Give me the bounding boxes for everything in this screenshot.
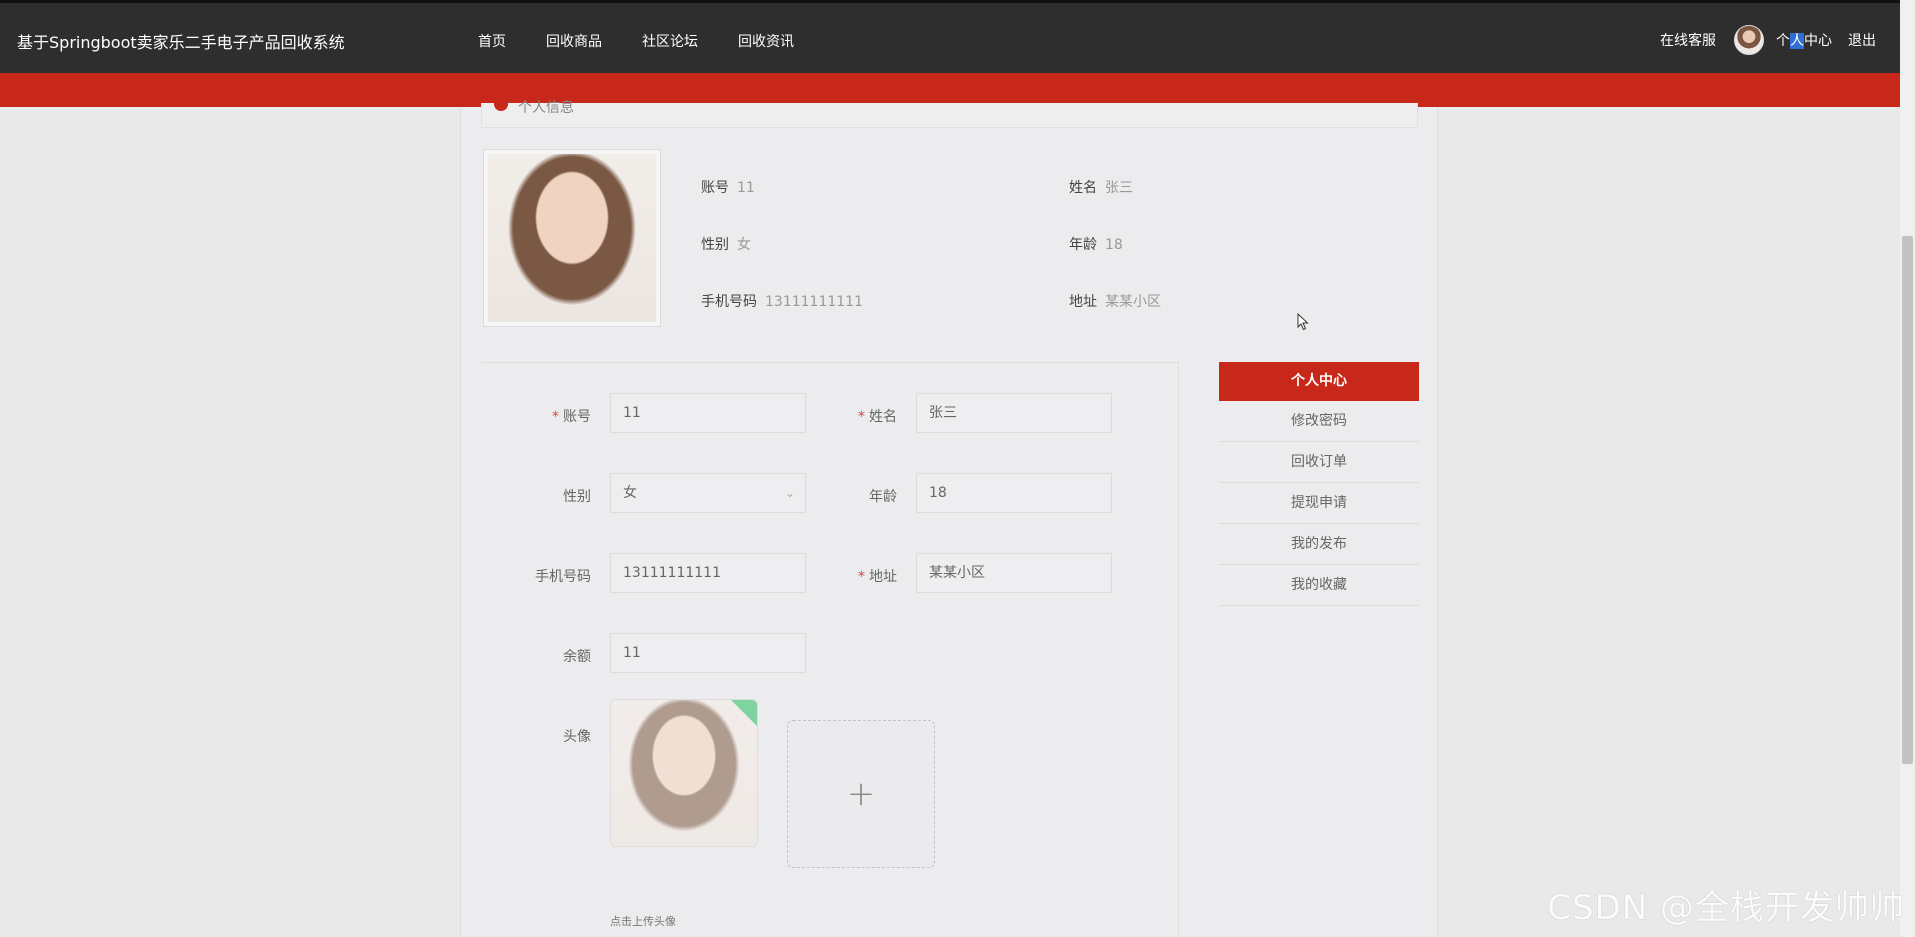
gender-select[interactable]: 女 ⌄ <box>610 473 806 513</box>
age-field[interactable]: 18 <box>916 473 1112 513</box>
upload-avatar-button[interactable]: + <box>787 720 935 868</box>
info-gender: 性别女 <box>701 234 751 254</box>
gender-label: 性别 <box>563 489 591 505</box>
main-nav: 首页 回收商品 社区论坛 回收资讯 <box>478 31 834 51</box>
banner-bar <box>0 73 1900 107</box>
required-mark: * <box>552 409 559 425</box>
gender-selected: 女 <box>623 485 637 501</box>
portrait-image <box>488 154 656 322</box>
info-address: 地址 某某小区 <box>1069 291 1161 311</box>
profile-photo <box>483 149 661 327</box>
age-label: 年龄 <box>869 489 897 505</box>
nav-home[interactable]: 首页 <box>478 31 506 51</box>
info-phone: 手机号码 13111111111 <box>701 291 863 311</box>
required-mark: * <box>858 409 865 425</box>
profile-form: * 账号 11 * 姓名 张三 性别 女 ⌄ 年龄 18 手机号码 13111111… <box>481 362 1179 937</box>
section-header: 个人信息 <box>481 100 1418 128</box>
side-item-withdraw[interactable]: 提现申请 <box>1219 483 1419 524</box>
section-dot-icon <box>494 103 508 111</box>
info-value: 女 <box>737 237 751 253</box>
scrollbar-thumb[interactable] <box>1902 236 1913 764</box>
avatar-label: 头像 <box>563 729 591 745</box>
info-label: 年龄 <box>1069 237 1097 253</box>
online-service-link[interactable]: 在线客服 <box>1660 30 1716 50</box>
side-item-user-center[interactable]: 个人中心 <box>1219 362 1419 401</box>
label-text: 账号 <box>563 409 591 425</box>
info-value: 某某小区 <box>1105 294 1161 310</box>
top-navbar: 基于Springboot卖家乐二手电子产品回收系统 首页 回收商品 社区论坛 回… <box>0 0 1900 73</box>
info-name: 姓名 张三 <box>1069 177 1133 197</box>
phone-field[interactable]: 13111111111 <box>610 553 806 593</box>
info-age: 年龄 18 <box>1069 234 1123 254</box>
phone-label: 手机号码 <box>535 569 591 585</box>
mouse-cursor-icon <box>1297 313 1309 331</box>
logout-link[interactable]: 退出 <box>1848 30 1876 50</box>
uploaded-avatar[interactable] <box>610 699 758 847</box>
user-center-text-a: 个 <box>1776 33 1790 49</box>
plus-icon: + <box>846 774 876 814</box>
account-label: * 账号 <box>491 406 591 426</box>
info-value: 张三 <box>1105 180 1133 196</box>
label-text: 地址 <box>869 569 897 585</box>
info-value: 13111111111 <box>765 294 863 310</box>
info-label: 账号 <box>701 180 729 196</box>
label-text: 姓名 <box>869 409 897 425</box>
side-item-change-password[interactable]: 修改密码 <box>1219 401 1419 442</box>
scrollbar[interactable] <box>1900 0 1915 937</box>
balance-label: 余额 <box>563 649 591 665</box>
info-label: 手机号码 <box>701 294 757 310</box>
info-value: 11 <box>737 180 755 196</box>
section-title: 个人信息 <box>518 100 574 116</box>
avatar-preview-image <box>611 700 757 846</box>
info-label: 性别 <box>701 237 729 253</box>
side-item-favorites[interactable]: 我的收藏 <box>1219 565 1419 606</box>
required-mark: * <box>858 569 865 585</box>
user-center-link[interactable]: 个人中心 <box>1776 30 1832 50</box>
info-account: 账号 11 <box>701 177 755 197</box>
avatar[interactable] <box>1734 25 1764 55</box>
user-center-text-c: 中心 <box>1804 33 1832 49</box>
chevron-down-icon: ⌄ <box>784 486 795 500</box>
nav-recycle-goods[interactable]: 回收商品 <box>546 31 602 51</box>
watermark: CSDN @全栈开发帅帅 <box>1547 888 1905 928</box>
user-center-text-selected: 人 <box>1790 33 1804 49</box>
balance-field[interactable]: 11 <box>610 633 806 673</box>
address-label: * 地址 <box>797 566 897 586</box>
upload-tip: 点击上传头像 <box>610 915 676 928</box>
account-field[interactable]: 11 <box>610 393 806 433</box>
name-label: * 姓名 <box>797 406 897 426</box>
info-label: 姓名 <box>1069 180 1097 196</box>
nav-forum[interactable]: 社区论坛 <box>642 31 698 51</box>
main-panel: 个人信息 账号 11 姓名 张三 性别女 年龄 18 手机号码 13111111111 … <box>460 100 1438 937</box>
side-item-recycle-orders[interactable]: 回收订单 <box>1219 442 1419 483</box>
info-value: 18 <box>1105 237 1123 253</box>
site-brand[interactable]: 基于Springboot卖家乐二手电子产品回收系统 <box>17 29 345 53</box>
user-actions: 在线客服 个人中心 退出 <box>1660 25 1876 55</box>
side-item-my-posts[interactable]: 我的发布 <box>1219 524 1419 565</box>
side-menu: 个人中心 修改密码 回收订单 提现申请 我的发布 我的收藏 <box>1219 362 1419 606</box>
address-field[interactable]: 某某小区 <box>916 553 1112 593</box>
info-label: 地址 <box>1069 294 1097 310</box>
nav-news[interactable]: 回收资讯 <box>738 31 794 51</box>
name-field[interactable]: 张三 <box>916 393 1112 433</box>
